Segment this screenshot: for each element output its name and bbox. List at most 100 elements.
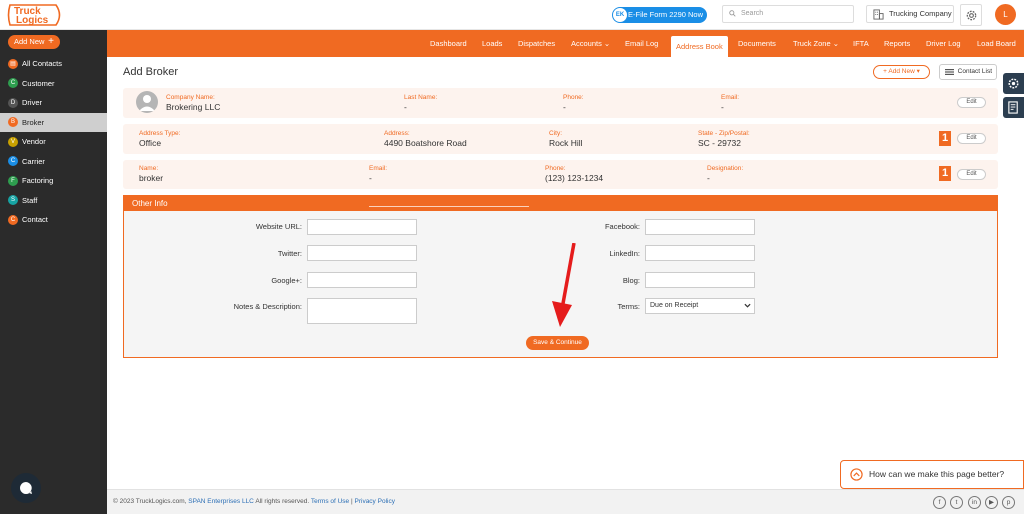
contact-type-list: ▤ All Contacts C Customer D Driver B Broker V Ven… bbox=[0, 54, 107, 230]
efile-2290-button[interactable]: EK E-File Form 2290 Now bbox=[612, 7, 707, 23]
search-input[interactable]: Search bbox=[722, 5, 854, 23]
terms-select[interactable]: Due on Receipt bbox=[645, 298, 755, 314]
google-plus-input[interactable] bbox=[307, 272, 417, 288]
terms-selected-value: Due on Receipt bbox=[650, 302, 699, 309]
nav-loads[interactable]: Loads bbox=[482, 30, 502, 57]
nav-dashboard[interactable]: Dashboard bbox=[430, 30, 467, 57]
edit-company-button[interactable]: Edit bbox=[957, 97, 986, 108]
sidebar-item-vendor[interactable]: V Vendor bbox=[0, 132, 107, 152]
span-enterprises-link[interactable]: SPAN Enterprises LLC bbox=[188, 498, 254, 505]
save-continue-button[interactable]: Save & Continue bbox=[526, 336, 589, 350]
sidebar-item-factoring[interactable]: F Factoring bbox=[0, 171, 107, 191]
privacy-policy-link[interactable]: Privacy Policy bbox=[355, 498, 395, 505]
float-settings-button[interactable] bbox=[1003, 73, 1024, 94]
user-avatar[interactable]: L bbox=[995, 4, 1016, 25]
sidebar-item-icon: V bbox=[8, 136, 18, 147]
sidebar-item-label: Carrier bbox=[22, 156, 45, 166]
company-name-field: Company Name: Brokering LLC bbox=[166, 94, 220, 112]
address-value: 4490 Boatshore Road bbox=[384, 138, 467, 148]
city-label: City: bbox=[549, 130, 562, 137]
search-placeholder: Search bbox=[741, 10, 764, 17]
sidebar-item-all-contacts[interactable]: ▤ All Contacts bbox=[0, 54, 107, 74]
nav-reports[interactable]: Reports bbox=[884, 30, 910, 57]
red-arrow-annotation bbox=[552, 243, 576, 327]
nav-address-book[interactable]: Address Book bbox=[671, 36, 728, 57]
contact-phone-value: (123) 123-1234 bbox=[545, 173, 604, 183]
sidebar-item-icon: C bbox=[8, 214, 18, 225]
footer-separator: | bbox=[350, 498, 353, 505]
linkedin-input[interactable] bbox=[645, 245, 755, 261]
settings-icon bbox=[1008, 78, 1019, 89]
contact-name-field: Name: broker bbox=[139, 165, 163, 183]
edit-contact-button[interactable]: Edit bbox=[957, 169, 986, 180]
last-name-value: - bbox=[404, 102, 407, 112]
twitter-input[interactable] bbox=[307, 245, 417, 261]
designation-value: - bbox=[707, 173, 710, 183]
sidebar-item-broker[interactable]: B Broker bbox=[0, 112, 107, 132]
sidebar-item-label: Broker bbox=[22, 117, 45, 127]
sidebar-item-contact[interactable]: C Contact bbox=[0, 210, 107, 230]
settings-button[interactable] bbox=[960, 4, 982, 26]
website-url-label: Website URL: bbox=[255, 222, 302, 231]
twitter-icon[interactable]: t bbox=[950, 496, 963, 509]
sidebar-item-driver[interactable]: D Driver bbox=[0, 93, 107, 113]
blog-input[interactable] bbox=[645, 272, 755, 288]
nav-email-log[interactable]: Email Log bbox=[625, 30, 658, 57]
edit-address-button[interactable]: Edit bbox=[957, 133, 986, 144]
chevron-down-icon bbox=[744, 303, 751, 308]
email-field: Email: - bbox=[721, 94, 739, 112]
address-count-badge: 1 bbox=[939, 131, 951, 146]
feedback-text: How can we make this page better? bbox=[869, 469, 1005, 479]
linkedin-icon[interactable]: in bbox=[968, 496, 981, 509]
sidebar-item-staff[interactable]: S Staff bbox=[0, 191, 107, 211]
contact-list-button[interactable]: Contact List bbox=[939, 64, 997, 80]
nav-driver-log[interactable]: Driver Log bbox=[926, 30, 961, 57]
email-label: Email: bbox=[721, 94, 740, 101]
nav-truck-zone[interactable]: Truck Zone ⌄ bbox=[793, 30, 839, 57]
nav-dispatches[interactable]: Dispatches bbox=[518, 30, 555, 57]
notes-label: Notes & Description: bbox=[233, 302, 302, 311]
trucklogics-logo[interactable]: Truck Logics bbox=[6, 2, 64, 28]
address-type-label: Address Type: bbox=[139, 130, 181, 137]
other-info-title: Other Info bbox=[132, 199, 168, 208]
sidebar-item-icon: C bbox=[8, 78, 18, 89]
pinterest-icon[interactable]: p bbox=[1002, 496, 1015, 509]
website-url-input[interactable] bbox=[307, 219, 417, 235]
nav-accounts[interactable]: Accounts ⌄ bbox=[571, 30, 610, 57]
terms-of-use-link[interactable]: Terms of Use bbox=[311, 498, 349, 505]
nav-load-board[interactable]: Load Board bbox=[977, 30, 1016, 57]
company-selector[interactable]: Trucking Company bbox=[866, 5, 954, 23]
notes-description-textarea[interactable] bbox=[307, 298, 417, 324]
address-type-field: Address Type: Office bbox=[139, 130, 180, 148]
page-title: Add Broker bbox=[123, 66, 179, 78]
chat-button[interactable] bbox=[11, 473, 41, 503]
rights-text: All rights reserved. bbox=[255, 498, 310, 505]
company-info-card bbox=[123, 88, 998, 118]
top-header: Truck Logics EK E-File Form 2290 Now Sea… bbox=[0, 0, 1024, 30]
nav-documents[interactable]: Documents bbox=[738, 30, 776, 57]
youtube-icon[interactable]: ▶ bbox=[985, 496, 998, 509]
phone-value: - bbox=[563, 102, 566, 112]
facebook-input[interactable] bbox=[645, 219, 755, 235]
sidebar-item-customer[interactable]: C Customer bbox=[0, 74, 107, 94]
google-plus-label: Google+: bbox=[271, 276, 302, 285]
feedback-widget[interactable]: How can we make this page better? bbox=[840, 460, 1024, 489]
sidebar-item-label: All Contacts bbox=[22, 59, 63, 69]
add-new-button[interactable]: Add New + bbox=[8, 35, 60, 49]
sidebar-item-label: Vendor bbox=[22, 137, 46, 147]
sidebar-item-label: Driver bbox=[22, 98, 42, 108]
facebook-icon[interactable]: f bbox=[933, 496, 946, 509]
nav-ifta[interactable]: IFTA bbox=[853, 30, 869, 57]
contact-count-badge: 1 bbox=[939, 166, 951, 181]
address-type-value: Office bbox=[139, 138, 162, 148]
copyright-text: © 2023 TruckLogics.com, bbox=[113, 498, 187, 505]
float-notes-button[interactable] bbox=[1003, 97, 1024, 118]
add-new-contact-button[interactable]: + Add New ▾ bbox=[873, 65, 930, 79]
twitter-label: Twitter: bbox=[277, 249, 302, 258]
sidebar-item-icon: F bbox=[8, 175, 18, 186]
left-sidebar: Add New + ▤ All Contacts C Customer D Driver B… bbox=[0, 30, 107, 514]
state-zip-value: SC - 29732 bbox=[698, 138, 741, 148]
contact-list-label: Contact List bbox=[957, 68, 992, 75]
sidebar-item-carrier[interactable]: C Carrier bbox=[0, 152, 107, 172]
sidebar-item-label: Customer bbox=[22, 78, 55, 88]
